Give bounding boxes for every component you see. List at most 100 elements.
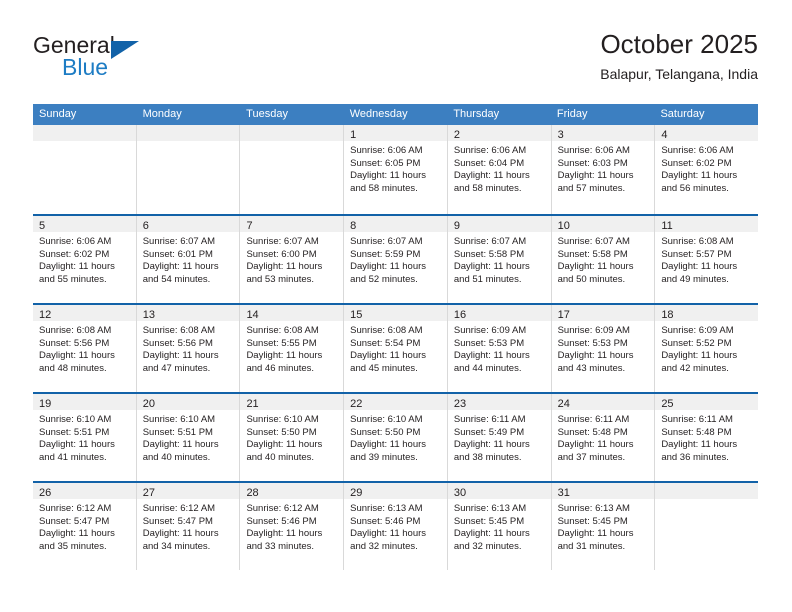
daylight-text-line2: and 53 minutes.	[246, 273, 315, 285]
daylight-text-line1: Daylight: 11 hours	[142, 350, 219, 362]
calendar-page: General Blue October 2025 Balapur, Telan…	[0, 0, 792, 612]
day-details: Sunrise: 6:08 AM Sunset: 5:57 PM Daylight:…	[655, 232, 758, 286]
calendar-day-cell[interactable]: 2 Sunrise: 6:06 AM Sunset: 6:04 PM Daylight…	[446, 125, 551, 214]
day-details: Sunrise: 6:08 AM Sunset: 5:54 PM Daylight:…	[344, 321, 447, 375]
day-details: Sunrise: 6:12 AM Sunset: 5:46 PM Daylight:…	[240, 499, 343, 553]
sunrise-text: Sunrise: 6:08 AM	[661, 236, 734, 247]
calendar-day-cell[interactable]: 24 Sunrise: 6:11 AM Sunset: 5:48 PM Dayligh…	[550, 394, 655, 481]
day-number-band: 16	[447, 305, 551, 321]
sunrise-text: Sunrise: 6:06 AM	[453, 145, 527, 156]
calendar-day-cell[interactable]: 21 Sunrise: 6:10 AM Sunset: 5:50 PM Dayligh…	[239, 394, 344, 481]
daylight-text-line1: Daylight: 11 hours	[246, 350, 323, 362]
day-number: 8	[350, 220, 357, 232]
calendar-day-cell[interactable]: 3 Sunrise: 6:06 AM Sunset: 6:03 PM Daylight…	[550, 125, 655, 214]
calendar-day-cell[interactable]: 28 Sunrise: 6:12 AM Sunset: 5:46 PM Dayligh…	[239, 483, 344, 570]
daylight-text-line2: and 33 minutes.	[246, 540, 315, 552]
calendar-day-cell[interactable]: 18 Sunrise: 6:09 AM Sunset: 5:52 PM Dayligh…	[654, 305, 759, 392]
sunset-text: Sunset: 6:03 PM	[557, 157, 628, 169]
day-number: 16	[453, 309, 467, 321]
calendar-day-cell[interactable]: 27 Sunrise: 6:12 AM Sunset: 5:47 PM Dayligh…	[135, 483, 240, 570]
calendar-day-cell[interactable]: 8 Sunrise: 6:07 AM Sunset: 5:59 PM Daylight…	[343, 216, 447, 303]
daylight-text-line2: and 49 minutes.	[661, 273, 729, 285]
sunset-text: Sunset: 6:05 PM	[350, 157, 421, 169]
daylight-text-line2: and 40 minutes.	[142, 451, 211, 463]
calendar-day-cell[interactable]: 4 Sunrise: 6:06 AM Sunset: 6:02 PM Daylight…	[654, 125, 759, 214]
day-details: Sunrise: 6:10 AM Sunset: 5:51 PM Daylight:…	[137, 410, 240, 464]
day-details: Sunrise: 6:08 AM Sunset: 5:55 PM Daylight:…	[240, 321, 343, 375]
daylight-text-line2: and 35 minutes.	[39, 540, 107, 552]
weekday-header-saturday: Saturday	[660, 108, 705, 120]
calendar-day-cell[interactable]: 13 Sunrise: 6:08 AM Sunset: 5:56 PM Dayligh…	[135, 305, 240, 392]
calendar-day-cell[interactable]: 5 Sunrise: 6:06 AM Sunset: 6:02 PM Daylight…	[33, 216, 136, 303]
calendar-day-cell[interactable]: 7 Sunrise: 6:07 AM Sunset: 6:00 PM Daylight…	[239, 216, 344, 303]
title-block: October 2025 Balapur, Telangana, India	[600, 28, 758, 84]
calendar-day-cell[interactable]: 31 Sunrise: 6:13 AM Sunset: 5:45 PM Dayligh…	[550, 483, 655, 570]
calendar-week-row: 19 Sunrise: 6:10 AM Sunset: 5:51 PM Dayligh…	[33, 392, 759, 481]
sunrise-text: Sunrise: 6:10 AM	[39, 414, 112, 425]
calendar-day-cell[interactable]: 9 Sunrise: 6:07 AM Sunset: 5:58 PM Daylight…	[446, 216, 551, 303]
sunset-text: Sunset: 5:48 PM	[661, 426, 732, 438]
daylight-text-line2: and 50 minutes.	[557, 273, 626, 285]
daylight-text-line1: Daylight: 11 hours	[557, 261, 634, 273]
calendar-day-cell[interactable]: 25 Sunrise: 6:11 AM Sunset: 5:48 PM Dayligh…	[654, 394, 759, 481]
sunrise-text: Sunrise: 6:09 AM	[661, 325, 734, 336]
day-number-band: 24	[551, 394, 655, 410]
day-number: 26	[39, 487, 52, 499]
calendar-day-cell[interactable]: 12 Sunrise: 6:08 AM Sunset: 5:56 PM Dayligh…	[33, 305, 136, 392]
day-details: Sunrise: 6:10 AM Sunset: 5:50 PM Daylight:…	[240, 410, 343, 464]
day-details: Sunrise: 6:10 AM Sunset: 5:51 PM Daylight:…	[33, 410, 136, 464]
calendar-day-cell[interactable]: 20 Sunrise: 6:10 AM Sunset: 5:51 PM Dayligh…	[135, 394, 240, 481]
day-number: 4	[661, 129, 668, 141]
calendar-day-cell[interactable]: 22 Sunrise: 6:10 AM Sunset: 5:50 PM Dayligh…	[343, 394, 447, 481]
daylight-text-line1: Daylight: 11 hours	[557, 170, 634, 182]
calendar-day-cell[interactable]: 23 Sunrise: 6:11 AM Sunset: 5:49 PM Dayligh…	[446, 394, 551, 481]
daylight-text-line2: and 42 minutes.	[661, 362, 729, 374]
day-number: 1	[350, 129, 357, 141]
sunrise-text: Sunrise: 6:10 AM	[350, 414, 423, 425]
calendar-day-cell[interactable]: 14 Sunrise: 6:08 AM Sunset: 5:55 PM Dayligh…	[239, 305, 344, 392]
calendar-day-cell[interactable]: 17 Sunrise: 6:09 AM Sunset: 5:53 PM Dayligh…	[550, 305, 655, 392]
calendar-day-cell[interactable]: 29 Sunrise: 6:13 AM Sunset: 5:46 PM Dayligh…	[343, 483, 447, 570]
general-blue-logo[interactable]: General Blue	[33, 32, 253, 86]
day-details: Sunrise: 6:09 AM Sunset: 5:53 PM Daylight:…	[552, 321, 655, 375]
sunrise-text: Sunrise: 6:11 AM	[661, 414, 733, 425]
calendar-day-cell[interactable]: 6 Sunrise: 6:07 AM Sunset: 6:01 PM Daylight…	[135, 216, 240, 303]
sunrise-text: Sunrise: 6:09 AM	[557, 325, 630, 336]
day-number: 24	[557, 398, 570, 410]
calendar-day-cell[interactable]: 16 Sunrise: 6:09 AM Sunset: 5:53 PM Dayligh…	[446, 305, 551, 392]
daylight-text-line2: and 41 minutes.	[39, 451, 107, 463]
day-details: Sunrise: 6:13 AM Sunset: 5:45 PM Daylight:…	[448, 499, 551, 553]
sunrise-text: Sunrise: 6:12 AM	[142, 503, 216, 514]
sunset-text: Sunset: 6:00 PM	[246, 248, 317, 260]
calendar-weeks: 1 Sunrise: 6:06 AM Sunset: 6:05 PM Daylight…	[33, 125, 759, 570]
daylight-text-line2: and 36 minutes.	[661, 451, 729, 463]
day-number-band: 17	[551, 305, 655, 321]
day-number: 11	[661, 220, 673, 232]
day-number-band: 4	[655, 125, 759, 141]
calendar-day-cell[interactable]: 19 Sunrise: 6:10 AM Sunset: 5:51 PM Dayligh…	[33, 394, 136, 481]
day-details: Sunrise: 6:07 AM Sunset: 6:01 PM Daylight:…	[137, 232, 240, 286]
daylight-text-line2: and 34 minutes.	[142, 540, 211, 552]
day-number: 2	[453, 129, 460, 141]
daylight-text-line1: Daylight: 11 hours	[39, 261, 115, 273]
calendar-day-cell-empty	[33, 125, 136, 214]
calendar-day-cell[interactable]: 10 Sunrise: 6:07 AM Sunset: 5:58 PM Dayligh…	[550, 216, 655, 303]
calendar-day-cell-empty	[239, 125, 344, 214]
calendar-day-cell[interactable]: 15 Sunrise: 6:08 AM Sunset: 5:54 PM Dayligh…	[343, 305, 447, 392]
day-number: 19	[39, 398, 52, 410]
day-details: Sunrise: 6:11 AM Sunset: 5:48 PM Daylight:…	[655, 410, 758, 464]
day-number: 13	[142, 309, 155, 321]
calendar-day-cell[interactable]: 30 Sunrise: 6:13 AM Sunset: 5:45 PM Dayligh…	[446, 483, 551, 570]
calendar-day-cell[interactable]: 26 Sunrise: 6:12 AM Sunset: 5:47 PM Dayligh…	[33, 483, 136, 570]
weekday-header-tuesday: Tuesday	[246, 108, 288, 120]
sunset-text: Sunset: 5:46 PM	[246, 515, 317, 527]
calendar-day-cell[interactable]: 11 Sunrise: 6:08 AM Sunset: 5:57 PM Dayligh…	[654, 216, 759, 303]
day-number-band: 10	[551, 216, 655, 232]
day-number: 14	[246, 309, 259, 321]
daylight-text-line2: and 51 minutes.	[453, 273, 522, 285]
day-number-band: 15	[344, 305, 447, 321]
daylight-text-line1: Daylight: 11 hours	[350, 528, 427, 540]
calendar-day-cell[interactable]: 1 Sunrise: 6:06 AM Sunset: 6:05 PM Daylight…	[343, 125, 447, 214]
day-details: Sunrise: 6:07 AM Sunset: 5:59 PM Daylight:…	[344, 232, 447, 286]
day-number-band: 20	[136, 394, 240, 410]
